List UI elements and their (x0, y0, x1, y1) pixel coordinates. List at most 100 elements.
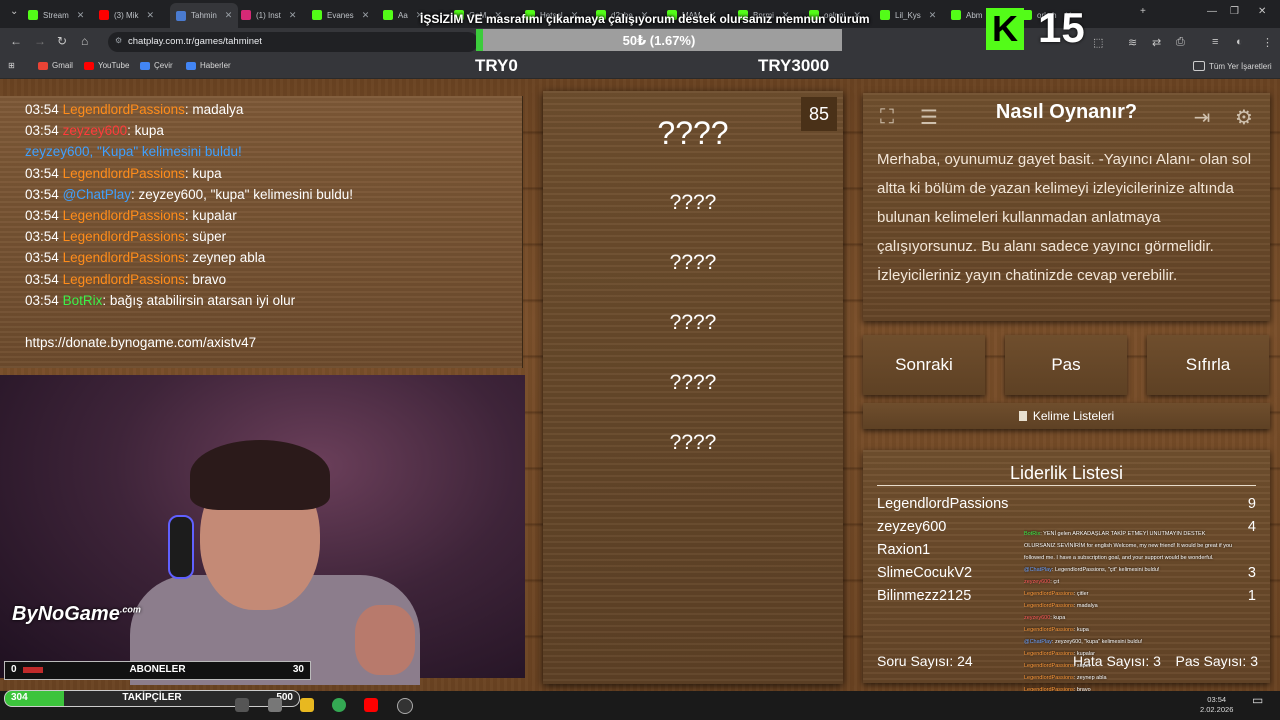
chat-time: 03:54 (25, 292, 59, 308)
chat-text: : süper (184, 229, 227, 245)
next-button[interactable]: Sonraki (863, 335, 985, 395)
forbidden-word: ???? (669, 251, 717, 274)
tab-label: Stream (43, 10, 69, 20)
tab-close-icon[interactable]: ✕ (225, 10, 233, 21)
tab-search-icon[interactable]: ⌄ (10, 6, 18, 17)
tab-label: (3) Mik (114, 10, 139, 20)
bookmark-item[interactable]: YouTube (84, 61, 129, 70)
url-field[interactable]: ⚙ chatplay.com.tr/games/tahminet (108, 32, 478, 52)
reset-button[interactable]: Sıfırla (1147, 335, 1269, 395)
overlay-chat-line: LegendlordPassions: çitler (1024, 588, 1280, 600)
chat-username: LegendlordPassions (62, 229, 185, 245)
app-icon[interactable] (268, 698, 282, 712)
maximize-icon[interactable]: ❐ (1230, 6, 1239, 17)
print-icon[interactable]: ⎙ (1176, 36, 1185, 49)
bookmark-favicon-icon (140, 61, 150, 70)
tab-close-icon[interactable]: ✕ (929, 10, 937, 21)
chat-text: : zeynep abla (184, 250, 266, 266)
tab-close-icon[interactable]: ✕ (289, 10, 297, 21)
tab-label: Abm (966, 10, 983, 20)
chat-message: zeyzey600, "Kupa" kelimesini buldu! (25, 144, 242, 159)
chat-username: zeyzey600 (62, 123, 128, 139)
follower-goal-bar: 304 TAKİPÇİLER 500 (4, 690, 300, 707)
minimize-icon[interactable]: — (1207, 6, 1217, 17)
bookmark-favicon-icon (186, 61, 196, 70)
translate-icon[interactable]: ⇄ (1152, 36, 1161, 49)
leaderboard-name: zeyzey600 (877, 519, 947, 535)
bookmark-item[interactable]: Çevir (140, 61, 173, 70)
file-explorer-icon[interactable] (300, 698, 314, 712)
clock[interactable]: 03:54 2.02.2026 (1200, 695, 1233, 715)
browser-tab[interactable]: Tahmin ✕ (170, 3, 239, 28)
overlay-chat-text: : madalya (1073, 603, 1098, 609)
extension-icon-2[interactable]: ≋ (1128, 36, 1137, 49)
overlay-chat-line: OLURSANIZ SEVİNİRİM for english Welcome,… (1024, 540, 1280, 552)
browser-tab[interactable]: (3) Mik ✕ (99, 5, 154, 25)
overlay-chat-text: : çitler (1073, 591, 1089, 597)
question-count: Soru Sayısı: 24 (877, 653, 973, 669)
chat-username: LegendlordPassions (62, 208, 185, 223)
obs-icon[interactable] (397, 698, 413, 714)
overlay-chat-line: zeyzey600: kupa (1024, 612, 1280, 624)
overlay-chat-line: @ChatPlay: zeyzey600, "kupa" kelimesini … (1024, 636, 1280, 648)
tab-close-icon[interactable]: ✕ (362, 10, 370, 21)
chat-message: 03:54 LegendlordPassions: bravo (25, 272, 226, 287)
chat-message: 03:54 BotRix: bağış atabilirsin atarsan … (25, 293, 295, 308)
site-info-icon[interactable]: ⚙ (115, 36, 122, 45)
logout-icon[interactable]: ⇥ (1186, 101, 1218, 133)
chrome-icon[interactable] (332, 698, 346, 712)
browser-tab[interactable]: Evanes ✕ (312, 5, 369, 25)
clock-time: 03:54 (1207, 695, 1227, 704)
extension-icon[interactable]: ⬚ (1093, 36, 1103, 49)
tab-label: (1) Inst (256, 10, 281, 20)
leaderboard-name: Bilinmezz2125 (877, 588, 972, 604)
bookmark-item[interactable]: Gmail (38, 61, 73, 70)
chat-panel: 03:54 LegendlordPassions: madalya 03:54 z… (0, 96, 523, 368)
forward-icon[interactable]: → (34, 34, 46, 48)
donation-goal-max: TRY3000 (758, 56, 830, 75)
profile-icon[interactable]: ◐ (1236, 36, 1243, 48)
tab-favicon-icon (99, 10, 109, 20)
more-menu-icon[interactable]: ⋮ (1262, 36, 1273, 49)
chat-text: : kupa (127, 123, 164, 139)
leaderboard-name: LegendlordPassions (877, 496, 1009, 512)
browser-tab[interactable]: Aa ✕ (383, 5, 423, 25)
overlay-chat-user: LegendlordPassions (1024, 591, 1074, 597)
chat-time: 03:54 (25, 271, 59, 287)
apps-grid-icon[interactable]: ⊞ (8, 61, 15, 70)
browser-tab[interactable]: (1) Inst ✕ (241, 5, 296, 25)
chat-time: 03:54 (25, 208, 59, 223)
settings-gear-icon[interactable]: ⚙ (1228, 101, 1260, 133)
task-view-icon[interactable] (235, 698, 249, 712)
all-bookmarks[interactable]: Tüm Yer İşaretleri (1193, 61, 1272, 71)
menu-list-icon[interactable]: ≡ (1212, 36, 1218, 48)
tab-favicon-icon (383, 10, 393, 20)
home-icon[interactable]: ⌂ (81, 34, 88, 48)
pass-button[interactable]: Pas (1005, 335, 1127, 395)
back-icon[interactable]: ← (10, 34, 22, 48)
overlay-chat-user: zeyzey600 (1024, 579, 1051, 585)
overlay-chat-user: zeyzey600 (1024, 615, 1051, 621)
tab-close-icon[interactable]: ✕ (77, 10, 85, 21)
overlay-chat-line: zeyzey600: çıt (1024, 576, 1280, 588)
close-window-icon[interactable]: ✕ (1258, 6, 1266, 17)
bookmark-item[interactable]: Haberler (186, 61, 231, 70)
youtube-app-icon[interactable] (364, 698, 378, 712)
word-lists-button[interactable]: Kelime Listeleri (863, 403, 1270, 429)
browser-tab[interactable]: Lil_Kys ✕ (880, 5, 936, 25)
webcam-person-hand (355, 605, 415, 675)
tab-close-icon[interactable]: ✕ (146, 10, 154, 21)
notifications-icon[interactable]: ▭ (1252, 694, 1263, 706)
word-lists-label: Kelime Listeleri (1032, 409, 1115, 423)
donate-link[interactable]: https://donate.bynogame.com/axistv47 (25, 335, 256, 350)
tab-favicon-icon (312, 10, 322, 20)
bynogame-logo-text: ByNoGame (12, 603, 120, 625)
chat-text: : bravo (184, 271, 227, 287)
overlay-chat-line: LegendlordPassions: madalya (1024, 600, 1280, 612)
browser-tab[interactable]: Stream ✕ (28, 5, 84, 25)
reload-icon[interactable]: ↻ (57, 34, 67, 48)
chat-message: 03:54 @ChatPlay: zeyzey600, "kupa" kelim… (25, 187, 353, 202)
stream-title-overlay: İŞSİZİM VE masrafımı çıkarmaya çalışıyor… (420, 12, 870, 26)
subscriber-goal-label: ABONELER (129, 664, 186, 675)
new-tab-button[interactable]: + (1140, 6, 1146, 17)
